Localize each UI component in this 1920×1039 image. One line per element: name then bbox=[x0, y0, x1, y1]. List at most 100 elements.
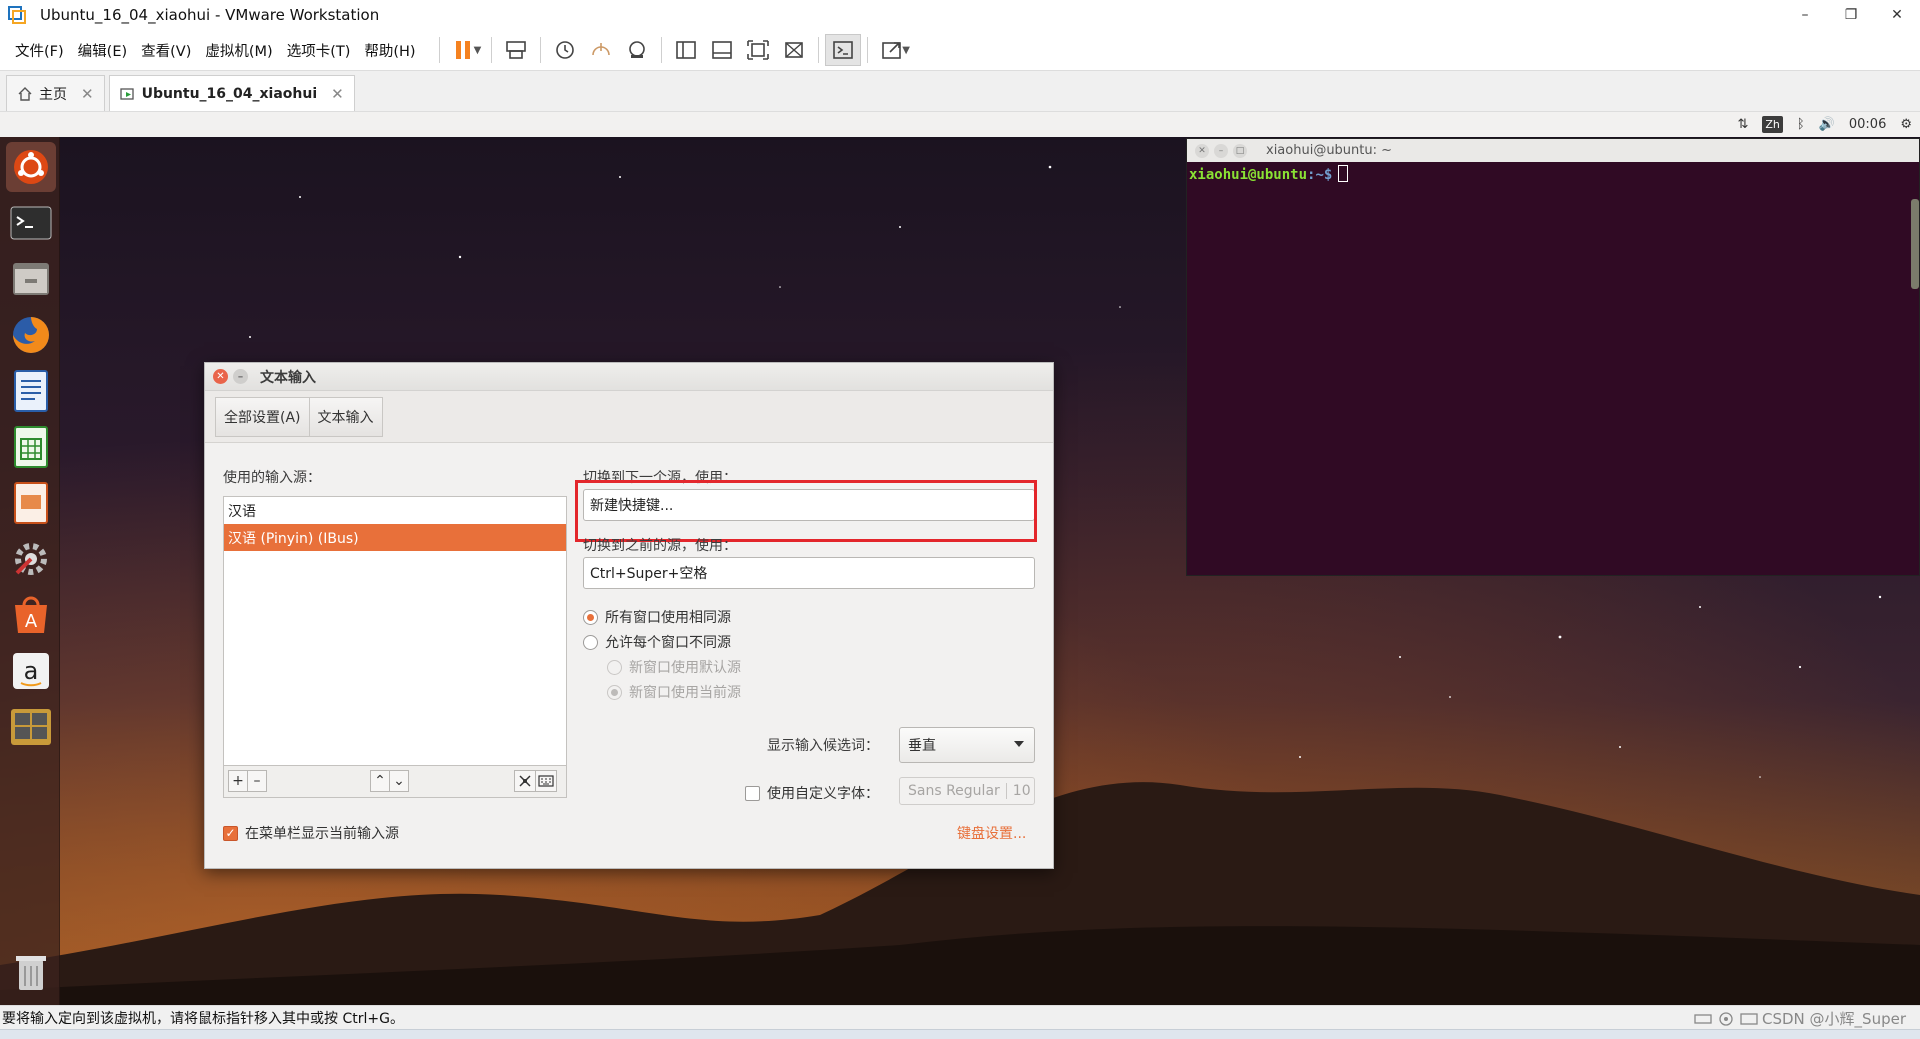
vmware-icon bbox=[8, 6, 26, 24]
terminal-close-icon[interactable]: ✕ bbox=[1195, 143, 1209, 158]
radio-button-checked[interactable] bbox=[583, 609, 598, 625]
unity-mode-icon[interactable] bbox=[776, 34, 812, 66]
tab-close-icon[interactable]: ✕ bbox=[331, 85, 344, 103]
tab-home[interactable]: 主页 ✕ bbox=[6, 75, 105, 111]
terminal-content[interactable]: xiaohui@ubuntu:~$ bbox=[1187, 162, 1919, 186]
terminal-minimize-icon[interactable]: – bbox=[1214, 143, 1228, 158]
volume-icon[interactable]: 🔊 bbox=[1819, 117, 1835, 132]
send-ctrl-alt-del-icon[interactable] bbox=[498, 34, 534, 66]
menu-vm[interactable]: 虚拟机(M) bbox=[198, 40, 279, 61]
software-center-icon[interactable]: A bbox=[6, 590, 56, 640]
close-button[interactable]: ✕ bbox=[1874, 0, 1920, 30]
full-screen-icon[interactable] bbox=[740, 34, 776, 66]
font-name: Sans Regular bbox=[908, 783, 1000, 799]
menu-view[interactable]: 查看(V) bbox=[134, 40, 198, 61]
breadcrumb: 全部设置(A) 文本输入 bbox=[205, 391, 1053, 443]
workspace-switcher-icon[interactable] bbox=[6, 702, 56, 752]
tab-label: Ubuntu_16_04_xiaohui bbox=[141, 85, 318, 102]
input-sources-list[interactable]: 汉语 汉语 (Pinyin) (IBus) bbox=[223, 496, 567, 766]
cd-icon[interactable] bbox=[1718, 1011, 1734, 1027]
list-item[interactable]: 汉语 bbox=[224, 497, 566, 524]
dialog-minimize-icon[interactable]: – bbox=[233, 369, 248, 384]
candidates-orientation-select[interactable]: 垂直 bbox=[899, 727, 1035, 763]
console-view-icon[interactable] bbox=[825, 34, 862, 66]
firefox-icon[interactable] bbox=[6, 310, 56, 360]
terminal-scrollbar[interactable] bbox=[1911, 199, 1919, 289]
dash-home-icon[interactable] bbox=[6, 142, 56, 192]
terminal-launcher-icon[interactable] bbox=[6, 198, 56, 248]
font-separator bbox=[1005, 783, 1007, 799]
menu-help[interactable]: 帮助(H) bbox=[357, 40, 422, 61]
text-entry-dialog: ✕ – 文本输入 全部设置(A) 文本输入 使用的输入源： 汉语 汉语 (Pin… bbox=[204, 362, 1054, 869]
prompt-user: xiaohui@ubuntu bbox=[1189, 167, 1308, 183]
checkbox-checked[interactable]: ✓ bbox=[223, 825, 238, 841]
tab-ubuntu-vm[interactable]: Ubuntu_16_04_xiaohui ✕ bbox=[108, 75, 355, 111]
radio-button[interactable] bbox=[583, 634, 598, 650]
radio-button-disabled-checked bbox=[607, 684, 622, 700]
dialog-close-icon[interactable]: ✕ bbox=[213, 369, 228, 384]
menu-tabs[interactable]: 选项卡(T) bbox=[280, 40, 358, 61]
input-method-indicator[interactable]: Zh bbox=[1762, 116, 1783, 133]
radio-label: 所有窗口使用相同源 bbox=[605, 610, 731, 626]
revert-snapshot-icon[interactable] bbox=[583, 34, 619, 66]
window-titlebar: Ubuntu_16_04_xiaohui - VMware Workstatio… bbox=[0, 0, 1920, 30]
menu-file[interactable]: 文件(F) bbox=[8, 40, 71, 61]
clock[interactable]: 00:06 bbox=[1849, 117, 1886, 132]
prev-source-shortcut-field[interactable]: Ctrl+Super+空格 bbox=[583, 557, 1035, 589]
toolbar-separator bbox=[491, 37, 493, 63]
restore-button[interactable]: ❐ bbox=[1828, 0, 1874, 30]
terminal-maximize-icon[interactable]: □ bbox=[1233, 143, 1247, 158]
hard-disk-icon[interactable] bbox=[1694, 1012, 1712, 1026]
gear-icon[interactable]: ⚙ bbox=[1900, 117, 1912, 132]
show-in-menubar-checkbox[interactable]: ✓ 在菜单栏显示当前输入源 bbox=[223, 823, 399, 843]
window-title: Ubuntu_16_04_xiaohui - VMware Workstatio… bbox=[40, 6, 380, 24]
terminal-window[interactable]: ✕ – □ xiaohui@ubuntu: ~ xiaohui@ubuntu:~… bbox=[1186, 138, 1920, 576]
radio-per-window-source[interactable]: 允许每个窗口不同源 bbox=[583, 632, 731, 652]
radio-label: 新窗口使用默认源 bbox=[629, 660, 741, 676]
libreoffice-calc-icon[interactable] bbox=[6, 422, 56, 472]
minimize-button[interactable]: – bbox=[1782, 0, 1828, 30]
move-down-button[interactable]: ⌄ bbox=[389, 770, 409, 792]
network-icon[interactable]: ⇅ bbox=[1737, 117, 1748, 132]
font-picker-button: Sans Regular 10 bbox=[899, 777, 1035, 805]
terminal-titlebar: ✕ – □ xiaohui@ubuntu: ~ bbox=[1187, 139, 1919, 162]
files-icon[interactable] bbox=[6, 254, 56, 304]
terminal-cursor bbox=[1338, 165, 1349, 182]
breadcrumb-text-entry[interactable]: 文本输入 bbox=[308, 396, 383, 437]
radio-same-source[interactable]: 所有窗口使用相同源 bbox=[583, 607, 731, 627]
remove-source-button[interactable]: – bbox=[247, 770, 267, 792]
keyboard-settings-link[interactable]: 键盘设置... bbox=[957, 823, 1026, 843]
breadcrumb-all-settings[interactable]: 全部设置(A) bbox=[215, 396, 310, 437]
checkbox-unchecked[interactable] bbox=[745, 785, 760, 801]
network-adapter-icon[interactable] bbox=[1740, 1012, 1758, 1026]
amazon-icon[interactable]: a bbox=[6, 646, 56, 696]
snapshot-manager-icon[interactable] bbox=[619, 34, 655, 66]
trash-icon[interactable] bbox=[6, 947, 56, 997]
libreoffice-impress-icon[interactable] bbox=[6, 478, 56, 528]
watermark-text: CSDN @小辉_Super bbox=[1762, 1010, 1906, 1028]
show-library-icon[interactable] bbox=[668, 34, 704, 66]
custom-font-checkbox[interactable]: 使用自定义字体： bbox=[745, 783, 879, 803]
keyboard-layout-icon[interactable] bbox=[535, 770, 557, 792]
system-settings-icon[interactable] bbox=[6, 534, 56, 584]
toolbar-separator bbox=[818, 37, 820, 63]
add-source-button[interactable]: + bbox=[228, 770, 248, 792]
source-settings-icon[interactable] bbox=[514, 770, 536, 792]
snapshot-icon[interactable] bbox=[547, 34, 583, 66]
annotation-highlight-box bbox=[575, 480, 1037, 542]
chevron-down-icon[interactable]: ▼ bbox=[902, 45, 910, 56]
select-value: 垂直 bbox=[908, 738, 936, 754]
statusbar-devices: CSDN @小辉_Super bbox=[1694, 1008, 1906, 1029]
tab-close-icon[interactable]: ✕ bbox=[81, 85, 94, 103]
vm-guest-screen[interactable]: ⇅ Zh ᛒ 🔊 00:06 ⚙ A a ✕ – □ xiaohui@ubunt… bbox=[0, 112, 1920, 1005]
list-item-selected[interactable]: 汉语 (Pinyin) (IBus) bbox=[224, 524, 566, 551]
svg-text:a: a bbox=[24, 657, 39, 685]
font-size: 10 bbox=[1012, 783, 1031, 799]
move-up-button[interactable]: ⌃ bbox=[370, 770, 390, 792]
libreoffice-writer-icon[interactable] bbox=[6, 366, 56, 416]
chevron-down-icon[interactable]: ▼ bbox=[474, 45, 482, 56]
menu-edit[interactable]: 编辑(E) bbox=[71, 40, 134, 61]
bluetooth-icon[interactable]: ᛒ bbox=[1797, 117, 1805, 132]
toolbar: ▼ ▼ bbox=[433, 34, 914, 66]
thumbnail-bar-icon[interactable] bbox=[704, 34, 740, 66]
